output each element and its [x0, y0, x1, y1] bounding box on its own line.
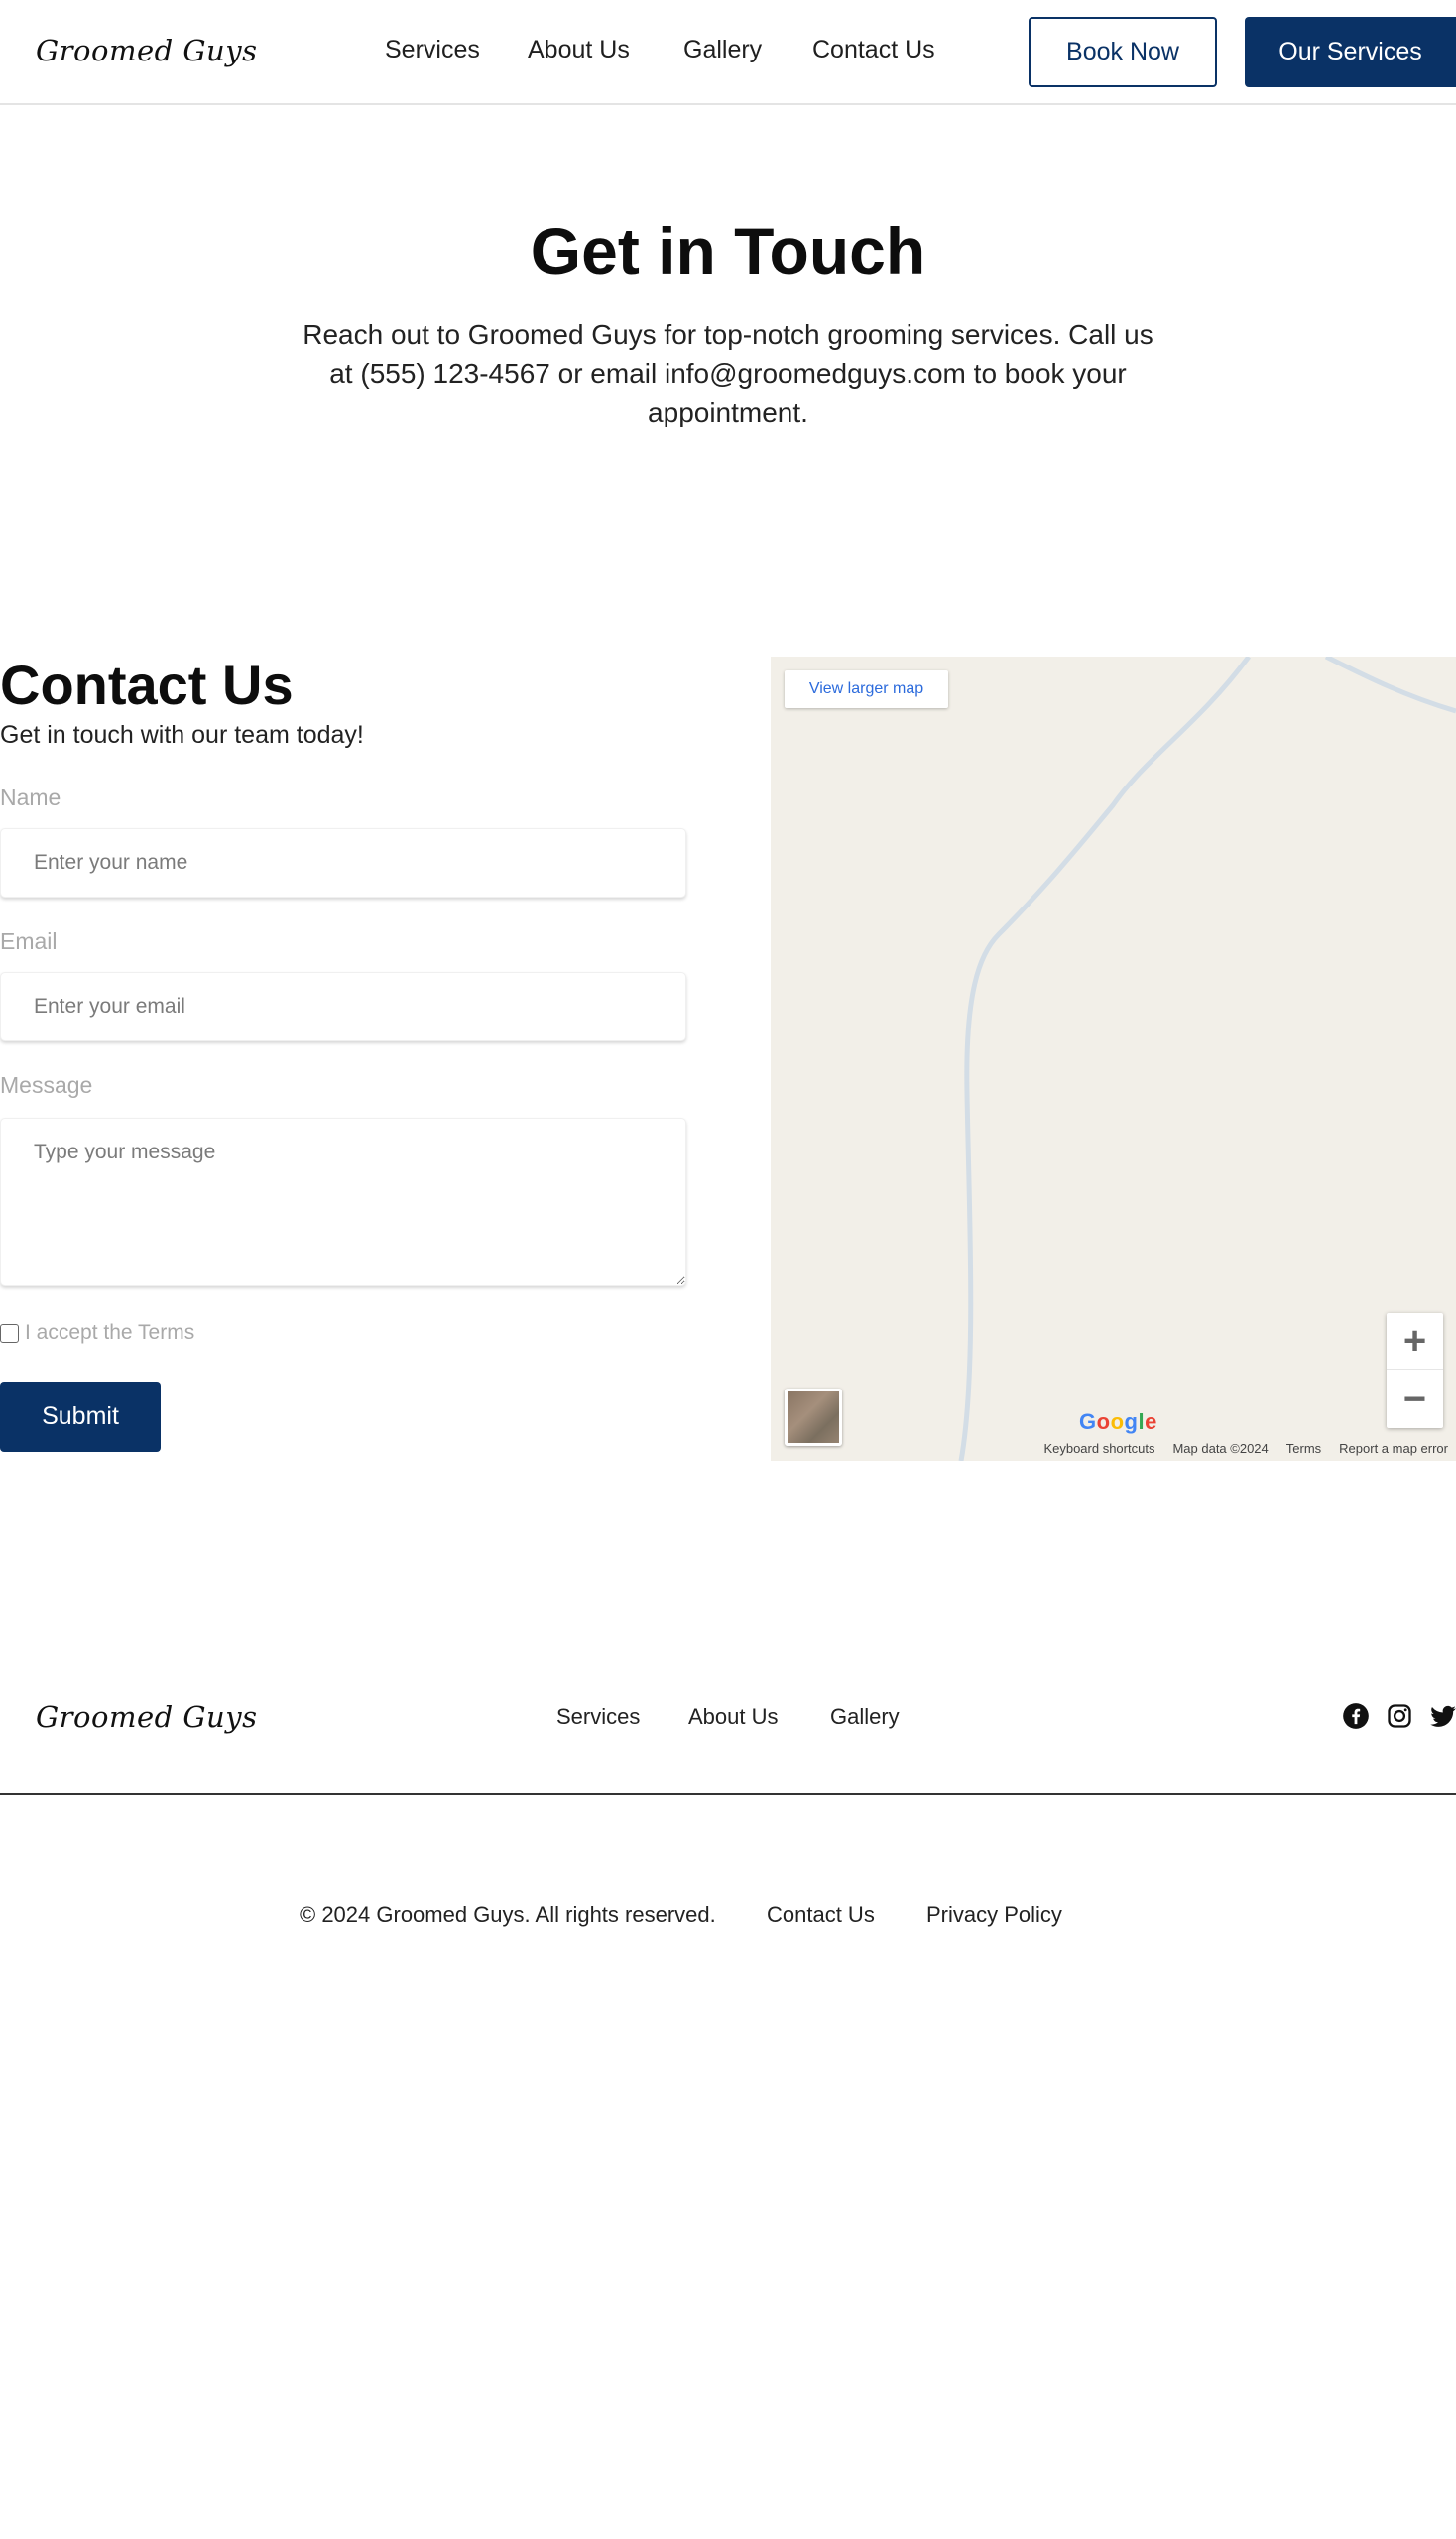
- google-logo: Google: [1079, 1409, 1157, 1434]
- zoom-out-icon[interactable]: −: [1387, 1372, 1443, 1428]
- our-services-button[interactable]: Our Services: [1245, 17, 1456, 87]
- name-label: Name: [0, 785, 61, 810]
- nav-link-services[interactable]: Services: [385, 36, 480, 64]
- twitter-icon[interactable]: [1429, 1702, 1456, 1730]
- map-zoom-controls: + −: [1387, 1313, 1443, 1428]
- footer-link-gallery[interactable]: Gallery: [830, 1704, 900, 1730]
- email-label: Email: [0, 928, 58, 954]
- map-attribution: Keyboard shortcuts Map data ©2024 Terms …: [1043, 1441, 1448, 1456]
- map-road-secondary: [1324, 657, 1456, 714]
- zoom-in-icon[interactable]: +: [1387, 1313, 1443, 1370]
- footer-logo[interactable]: Groomed Guys: [36, 1700, 258, 1734]
- copyright-text: © 2024 Groomed Guys. All rights reserved…: [300, 1902, 716, 1927]
- terms-label[interactable]: I accept the Terms: [25, 1321, 194, 1345]
- embedded-map[interactable]: View larger map + − Google Keyboard shor…: [771, 657, 1456, 1461]
- contact-title: Contact Us: [0, 654, 294, 716]
- terms-checkbox[interactable]: [0, 1323, 19, 1343]
- message-label: Message: [0, 1072, 93, 1098]
- satellite-toggle[interactable]: [785, 1389, 842, 1446]
- contact-subtitle: Get in touch with our team today!: [0, 721, 364, 749]
- brand-logo[interactable]: Groomed Guys: [36, 34, 258, 67]
- footer-divider: [0, 1793, 1456, 1795]
- keyboard-shortcuts-link[interactable]: Keyboard shortcuts: [1043, 1441, 1154, 1456]
- nav-link-contact-us[interactable]: Contact Us: [812, 36, 935, 64]
- report-map-error-link[interactable]: Report a map error: [1339, 1441, 1448, 1456]
- footer-link-services[interactable]: Services: [556, 1704, 640, 1730]
- book-now-button[interactable]: Book Now: [1029, 17, 1217, 87]
- facebook-icon[interactable]: [1342, 1702, 1370, 1730]
- submit-button[interactable]: Submit: [0, 1382, 161, 1452]
- footer-link-contact-us[interactable]: Contact Us: [767, 1902, 875, 1928]
- map-road-main: [958, 657, 1252, 1461]
- email-input[interactable]: [0, 972, 686, 1041]
- instagram-icon[interactable]: [1386, 1702, 1413, 1730]
- nav-link-gallery[interactable]: Gallery: [683, 36, 762, 64]
- nav-link-about-us[interactable]: About Us: [528, 36, 630, 64]
- map-roads: [958, 657, 1456, 1461]
- terms-row: I accept the Terms: [0, 1321, 194, 1345]
- hero-title: Get in Touch: [530, 214, 926, 288]
- footer-link-privacy-policy[interactable]: Privacy Policy: [926, 1902, 1062, 1928]
- footer-link-about-us[interactable]: About Us: [688, 1704, 779, 1730]
- hero-description: Reach out to Groomed Guys for top-notch …: [303, 319, 1153, 427]
- site-header: Groomed Guys Services About Us Gallery C…: [0, 0, 1456, 105]
- map-data-text: Map data ©2024: [1172, 1441, 1269, 1456]
- message-textarea[interactable]: [0, 1118, 686, 1286]
- map-terms-link[interactable]: Terms: [1286, 1441, 1321, 1456]
- name-input[interactable]: [0, 828, 686, 898]
- view-larger-map-link[interactable]: View larger map: [785, 670, 948, 708]
